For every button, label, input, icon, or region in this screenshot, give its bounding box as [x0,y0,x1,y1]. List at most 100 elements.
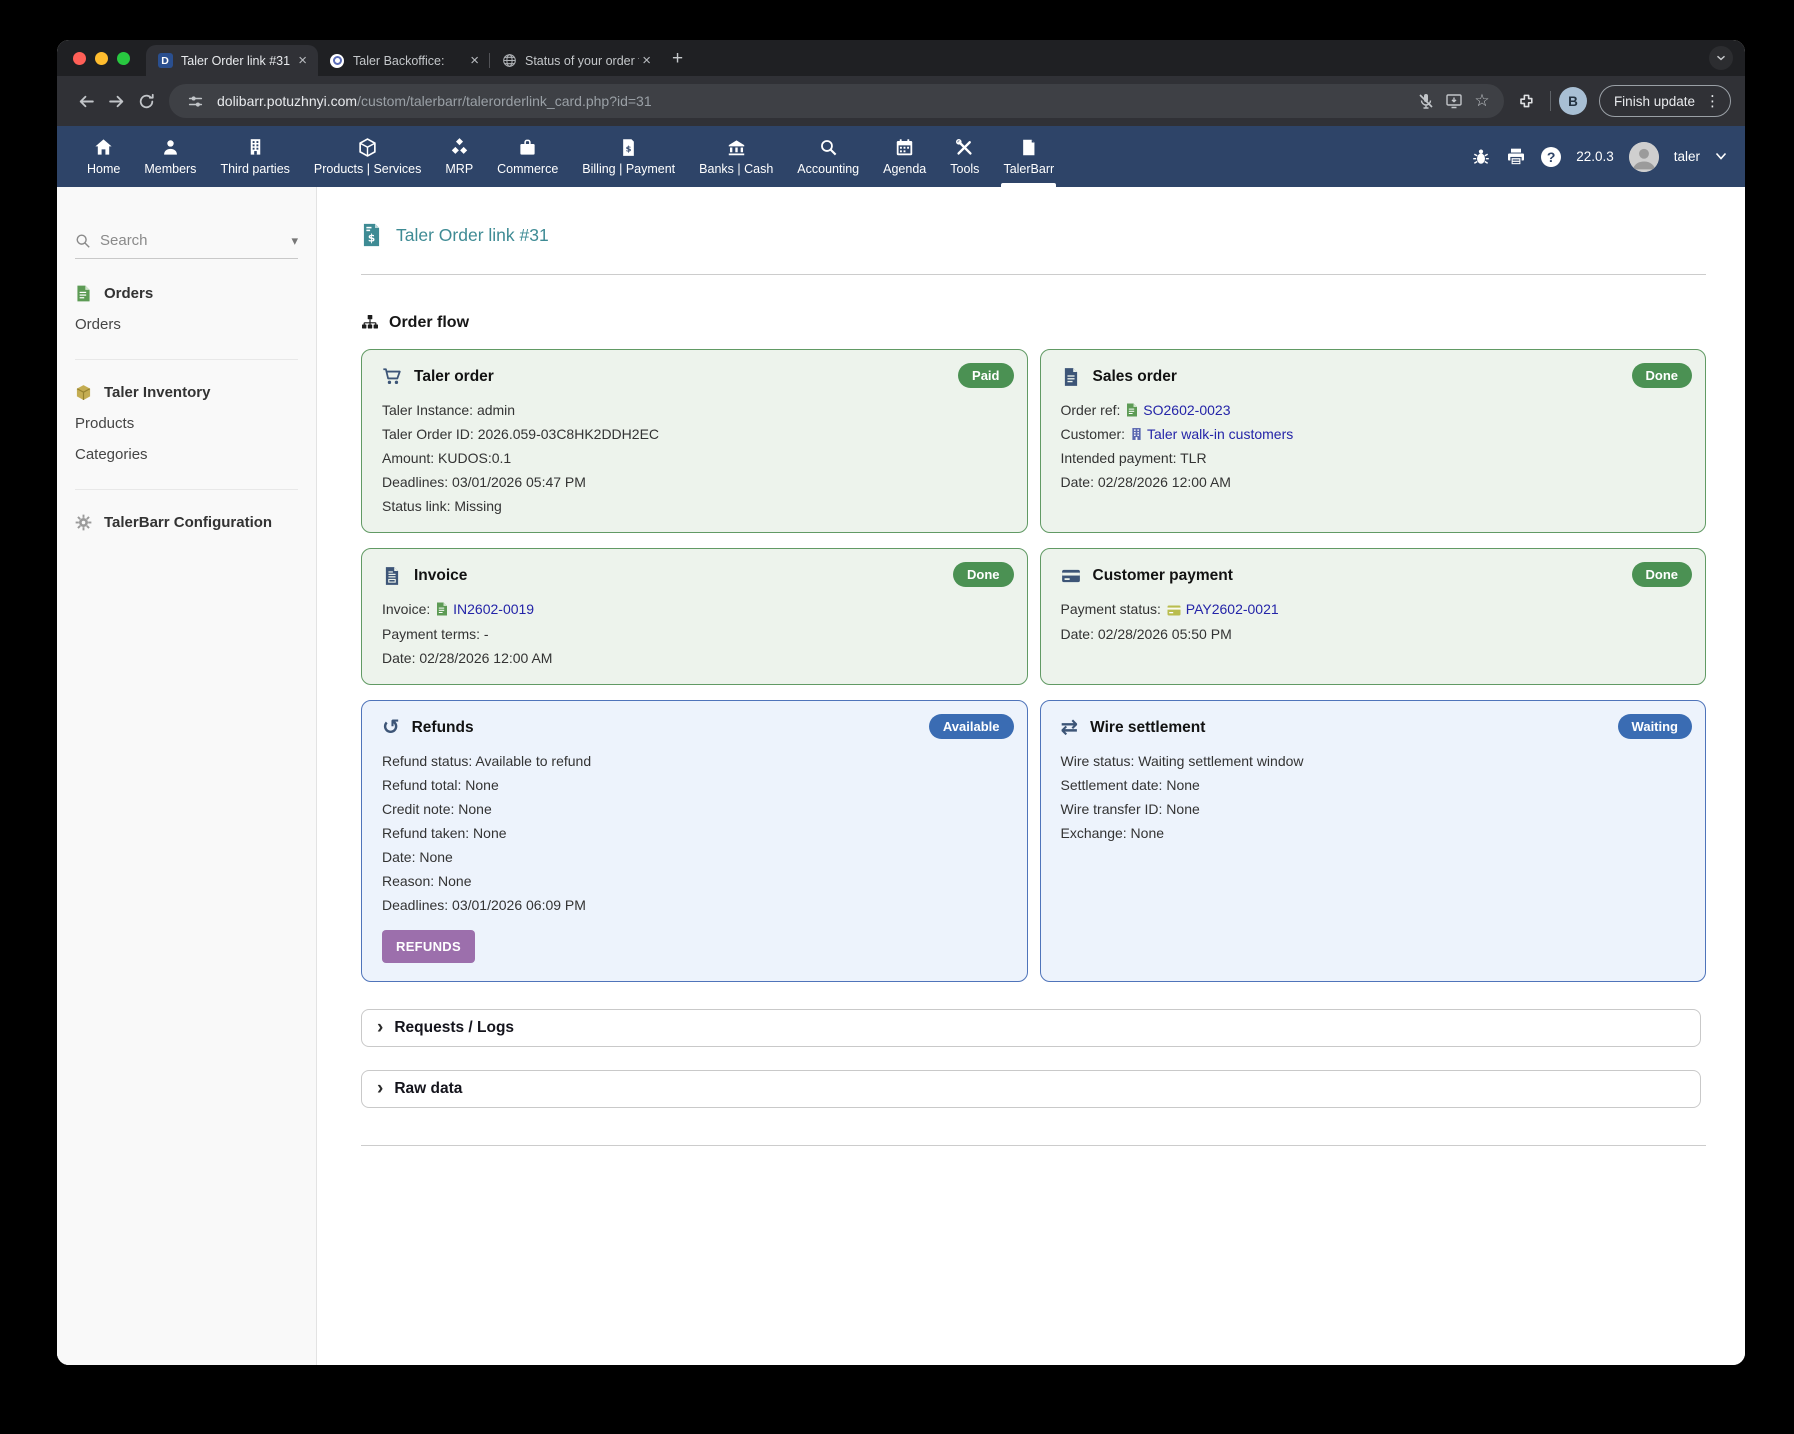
billing-icon: $ [619,138,638,157]
card-title-row: Invoice [382,566,1007,586]
install-icon[interactable] [1440,87,1468,115]
tab-title: Taler Backoffice: [353,54,467,68]
cart-icon [382,367,402,387]
nav-item-banks-cash[interactable]: Banks | Cash [687,126,785,187]
line-link[interactable]: PAY2602-0021 [1186,601,1279,617]
title-divider [361,274,1706,275]
url-path: /custom/talerbarr/talerorderlink_card.ph… [357,93,652,109]
sidebar-links: Products Categories [75,415,298,463]
browser-tab-taler-order-link-31[interactable]: DTaler Order link #31× [146,45,318,76]
new-tab-button[interactable]: + [672,48,683,70]
chevron-down-icon[interactable] [1715,152,1727,161]
chevron-right-icon: › [377,1079,383,1098]
minimize-window-button[interactable] [95,52,108,65]
card-lines: Order ref: SO2602-0023Customer: Taler wa… [1061,402,1686,490]
line-text: Deadlines: 03/01/2026 06:09 PM [382,897,586,913]
accordion-label: Requests / Logs [394,1019,514,1037]
browser-tab-taler-backoffice[interactable]: Taler Backoffice:× [318,45,490,76]
back-button[interactable] [71,86,101,116]
card-line: Settlement date: None [1061,777,1686,793]
sidebar-group-title[interactable]: Taler Inventory [75,384,298,401]
line-text: Wire status: Waiting settlement window [1061,753,1304,769]
sidebar-group-title[interactable]: TalerBarr Configuration [75,514,298,531]
nav-item-mrp[interactable]: MRP [433,126,485,187]
nav-item-home[interactable]: Home [75,126,132,187]
browser-tab-status-of-your-order-forsync-c[interactable]: Status of your order forSync c× [490,45,662,76]
line-text: Refund status: Available to refund [382,753,591,769]
nav-item-label: Accounting [797,162,859,176]
accordion-requests-logs[interactable]: › Requests / Logs [361,1009,1701,1047]
chevron-right-icon: › [377,1018,383,1037]
nav-item-billing-payment[interactable]: $Billing | Payment [570,126,687,187]
sidebar-group-talerbarr-configuration: TalerBarr Configuration [75,489,298,531]
bug-report-icon[interactable] [1471,147,1491,167]
order-flow-cards: Taler orderPaidTaler Instance: adminTale… [361,349,1706,982]
finish-update-button[interactable]: Finish update ⋮ [1599,85,1731,117]
svg-text:$: $ [368,232,375,244]
line-text: Exchange: None [1061,825,1165,841]
invoice-icon [382,566,402,586]
extensions-icon[interactable] [1512,86,1542,116]
card-lines: Payment status: PAY2602-0021Date: 02/28/… [1061,601,1686,641]
card-title: Customer payment [1093,567,1233,585]
browser-toolbar: dolibarr.potuzhnyi.com/custom/talerbarr/… [57,76,1745,126]
card-title: Wire settlement [1090,719,1205,737]
close-tab-icon[interactable]: × [639,52,654,69]
card-line: Date: 02/28/2026 05:50 PM [1061,626,1686,642]
sidebar-link-products[interactable]: Products [75,415,298,432]
user-avatar[interactable] [1629,142,1659,172]
sidebar-group-title[interactable]: Orders [75,285,298,302]
line-text: Taler Instance: admin [382,402,515,418]
mic-off-icon[interactable] [1412,87,1440,115]
sidebar-link-orders[interactable]: Orders [75,316,298,333]
print-icon[interactable] [1506,147,1526,167]
search-dropdown-icon[interactable]: ▾ [291,233,298,249]
nav-item-members[interactable]: Members [132,126,208,187]
card-line: Credit note: None [382,801,1007,817]
taler-favicon-icon [329,53,345,69]
nav-item-agenda[interactable]: Agenda [871,126,938,187]
traffic-lights [73,52,130,65]
browser-window: DTaler Order link #31×Taler Backoffice:×… [57,40,1745,1365]
nav-item-talerbarr[interactable]: TalerBarr [991,126,1066,187]
card-line: Refund taken: None [382,825,1007,841]
reload-button[interactable] [131,86,161,116]
profile-avatar[interactable]: B [1559,87,1587,115]
close-window-button[interactable] [73,52,86,65]
status-badge: Done [953,562,1014,587]
card-title: Taler order [414,368,494,386]
browser-menu-icon[interactable]: ⋮ [1705,92,1720,110]
line-text: Date: 02/28/2026 12:00 AM [1061,474,1231,490]
line-text: Amount: KUDOS:0.1 [382,450,511,466]
nav-item-tools[interactable]: Tools [938,126,991,187]
help-icon[interactable]: ? [1541,147,1561,167]
accordion-raw-data[interactable]: ›Raw data [361,1070,1701,1108]
close-tab-icon[interactable]: × [467,52,482,69]
nav-item-products-services[interactable]: Products | Services [302,126,433,187]
search-input[interactable] [100,232,282,249]
maximize-window-button[interactable] [117,52,130,65]
refunds-button[interactable]: REFUNDS [382,930,475,963]
card-line: Reason: None [382,873,1007,889]
card-line: Intended payment: TLR [1061,450,1686,466]
nav-item-third-parties[interactable]: Third parties [208,126,301,187]
user-menu[interactable]: taler [1674,149,1700,164]
nav-item-label: Banks | Cash [699,162,773,176]
site-info-icon[interactable] [183,89,207,113]
card-line: Exchange: None [1061,825,1686,841]
line-link[interactable]: Taler walk-in customers [1147,426,1293,442]
toolbar-divider [1550,91,1551,111]
tab-search-button[interactable] [1709,46,1733,70]
sidebar-link-categories[interactable]: Categories [75,446,298,463]
close-tab-icon[interactable]: × [295,52,310,69]
bookmark-star-icon[interactable]: ☆ [1468,87,1496,115]
nav-item-accounting[interactable]: Accounting [785,126,871,187]
line-link[interactable]: IN2602-0019 [453,601,534,617]
nav-item-label: Home [87,162,120,176]
nav-item-commerce[interactable]: Commerce [485,126,570,187]
tab-title: Taler Order link #31 [181,54,295,68]
line-link[interactable]: SO2602-0023 [1143,402,1230,418]
forward-button[interactable] [101,86,131,116]
address-bar[interactable]: dolibarr.potuzhnyi.com/custom/talerbarr/… [169,84,1504,118]
version-label: 22.0.3 [1576,149,1614,164]
